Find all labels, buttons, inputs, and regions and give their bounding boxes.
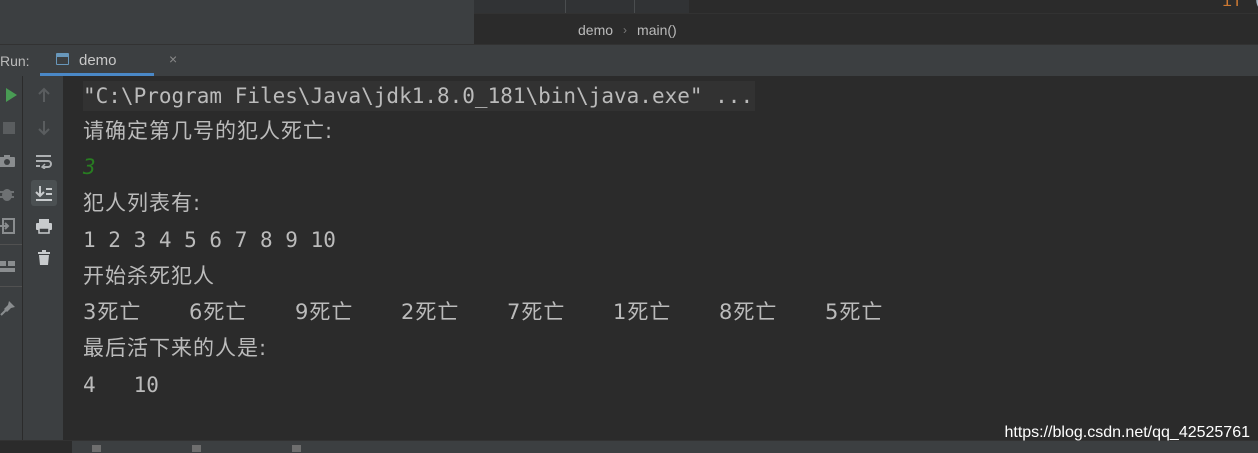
death-entry: 1死亡 bbox=[613, 300, 672, 324]
tool-window-icon[interactable] bbox=[92, 445, 101, 452]
tool-window-icon[interactable] bbox=[292, 445, 301, 452]
console-survivors-header: 最后活下来的人是: bbox=[83, 336, 268, 360]
bottom-strip-gap bbox=[0, 441, 72, 453]
exit-icon[interactable] bbox=[0, 213, 20, 239]
console-prompt: 请确定第几号的犯人死亡: bbox=[83, 119, 334, 143]
breadcrumb-item-main[interactable]: main() bbox=[637, 22, 677, 38]
console-survivors: 4 10 bbox=[83, 373, 159, 397]
editor-gutter bbox=[474, 0, 689, 13]
tool-window-icon[interactable] bbox=[192, 445, 201, 452]
console-command-line: "C:\Program Files\Java\jdk1.8.0_181\bin\… bbox=[83, 81, 756, 111]
chevron-right-icon: › bbox=[623, 22, 628, 37]
arrow-up-icon[interactable] bbox=[31, 82, 57, 108]
soft-wrap-icon[interactable] bbox=[31, 148, 57, 174]
watermark: https://blog.csdn.net/qq_42525761 bbox=[1004, 424, 1250, 441]
ide-window: if (list[a] > 0) { demo › main() Run: de… bbox=[0, 0, 1258, 453]
toolbar-divider bbox=[0, 286, 22, 287]
top-toolbar-area bbox=[0, 0, 474, 44]
console-death-sequence: 3死亡 6死亡 9死亡 2死亡 7死亡 1死亡 8死亡 5死亡 bbox=[83, 297, 931, 327]
breadcrumb-item-demo[interactable]: demo bbox=[578, 22, 613, 38]
death-entry: 6死亡 bbox=[189, 300, 248, 324]
pin-icon[interactable] bbox=[0, 295, 21, 321]
debug-icon[interactable] bbox=[0, 181, 20, 207]
code-line-partial: if (list[a] > 0) { bbox=[1222, 0, 1258, 11]
console-start-message: 开始杀死犯人 bbox=[83, 264, 215, 288]
death-entry: 9死亡 bbox=[295, 300, 354, 324]
console-prisoner-list: 1 2 3 4 5 6 7 8 9 10 bbox=[83, 228, 336, 252]
toolbar-divider bbox=[0, 244, 22, 245]
layout-icon[interactable] bbox=[0, 253, 20, 279]
run-panel-header: Run: demo × bbox=[0, 44, 1258, 76]
camera-icon[interactable] bbox=[0, 148, 20, 174]
run-icon[interactable] bbox=[0, 82, 24, 108]
print-icon[interactable] bbox=[31, 213, 57, 239]
death-entry: 5死亡 bbox=[825, 300, 884, 324]
tab-label: demo bbox=[79, 52, 117, 69]
death-entry: 2死亡 bbox=[401, 300, 460, 324]
close-icon[interactable]: × bbox=[169, 51, 177, 67]
scroll-to-end-icon[interactable] bbox=[31, 180, 57, 206]
console-user-input: 3 bbox=[83, 155, 96, 179]
death-entry: 8死亡 bbox=[719, 300, 778, 324]
breadcrumb: demo › main() bbox=[474, 13, 1258, 45]
trash-icon[interactable] bbox=[31, 245, 57, 271]
run-panel-label: Run: bbox=[0, 53, 30, 69]
tab-demo[interactable]: demo × bbox=[40, 45, 177, 76]
death-entry: 7死亡 bbox=[507, 300, 566, 324]
console-list-header: 犯人列表有: bbox=[83, 191, 202, 215]
run-toolbar-primary bbox=[0, 76, 22, 440]
stop-icon[interactable] bbox=[0, 115, 22, 141]
console-tab-icon bbox=[56, 53, 69, 65]
death-entry: 3死亡 bbox=[83, 300, 142, 324]
arrow-down-icon[interactable] bbox=[31, 115, 57, 141]
run-toolbar-secondary bbox=[23, 76, 63, 440]
console-output[interactable]: "C:\Program Files\Java\jdk1.8.0_181\bin\… bbox=[63, 76, 1258, 440]
